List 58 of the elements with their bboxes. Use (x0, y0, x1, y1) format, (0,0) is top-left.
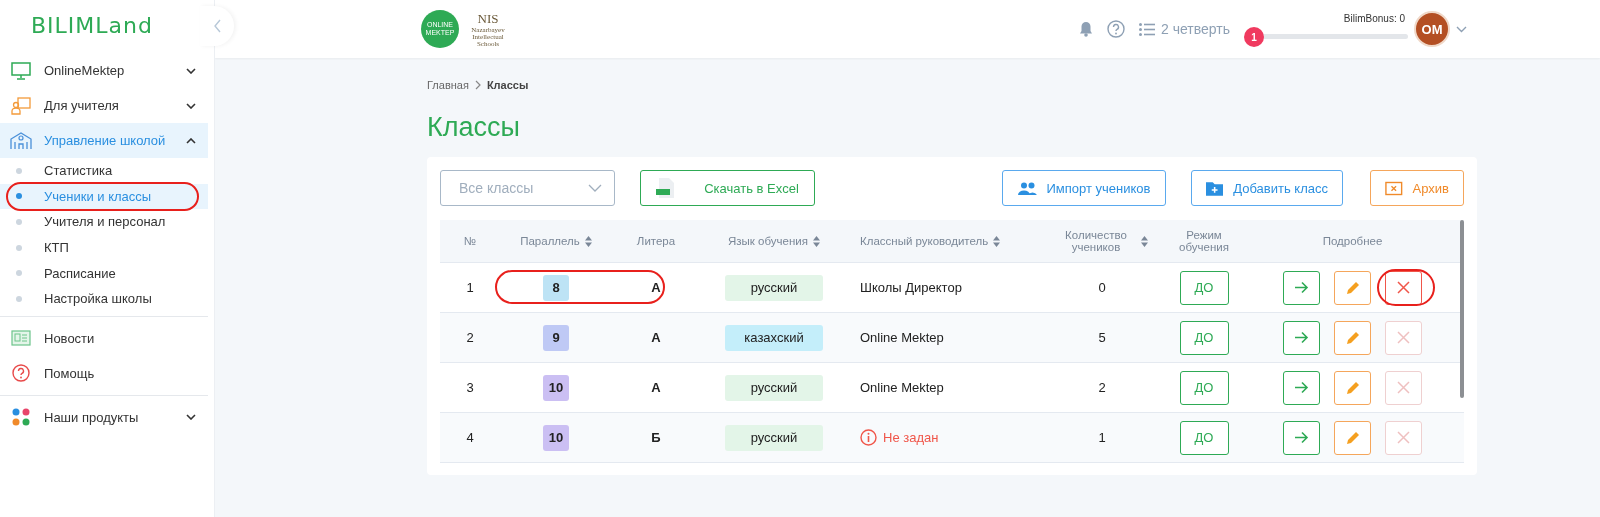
class-letter: А (651, 280, 661, 295)
student-count: 5 (1098, 330, 1106, 345)
row-number: 1 (466, 280, 474, 295)
sidebar-item[interactable]: Для учителя (0, 88, 208, 123)
teacher-name: Online Mektep (860, 380, 944, 395)
class-letter: Б (651, 430, 661, 445)
column-header[interactable]: Язык обучения (728, 235, 820, 247)
teacher-name: Не задан (883, 430, 939, 445)
level-badge: 1 (1244, 27, 1264, 47)
sidebar-subitem[interactable]: Настройка школы (0, 285, 208, 312)
grade-badge: 8 (543, 274, 569, 301)
grade-badge: 10 (543, 424, 569, 451)
student-count: 1 (1098, 430, 1106, 445)
class-filter-dropdown[interactable]: Все классы (440, 170, 615, 206)
archive-button[interactable]: Архив (1370, 170, 1464, 206)
add-class-button[interactable]: Добавить класс (1191, 170, 1343, 206)
student-count: 2 (1098, 380, 1106, 395)
breadcrumb-link[interactable]: Главная (427, 78, 469, 91)
column-header: Литера (636, 235, 676, 247)
grade-badge: 9 (543, 324, 569, 351)
sidebar-item[interactable]: Наши продукты (0, 399, 208, 435)
language-tag: казахский (725, 324, 823, 351)
language-tag: русский (725, 274, 823, 301)
user-avatar[interactable]: OM (1414, 11, 1450, 47)
grade-badge: 10 (543, 374, 569, 401)
teacher-name: Школы Директор (860, 280, 962, 295)
mode-button[interactable]: ДО (1179, 370, 1229, 405)
row-number: 3 (466, 380, 474, 395)
mode-button[interactable]: ДО (1179, 420, 1229, 455)
row-number: 2 (466, 330, 474, 345)
brand-logo[interactable]: BILIMLand (0, 0, 153, 49)
sidebar-subitem[interactable]: Статистика (0, 158, 208, 184)
sidebar-item[interactable]: Управление школой (0, 123, 208, 158)
student-count: 0 (1098, 280, 1106, 295)
sidebar-item[interactable]: OnlineMektep (0, 53, 208, 88)
mode-button[interactable]: ДО (1179, 320, 1229, 355)
quarter-selector[interactable]: 2 четверть (1139, 21, 1230, 37)
language-tag: русский (725, 374, 823, 401)
class-letter: А (651, 330, 661, 345)
page-title: Классы (427, 111, 520, 143)
import-students-button[interactable]: Импорт учеников (1002, 170, 1166, 206)
language-tag: русский (725, 424, 823, 451)
sidebar-subitem[interactable]: Расписание (0, 260, 208, 286)
column-header: № (463, 235, 477, 247)
sidebar-item[interactable]: Новости (0, 320, 208, 356)
bonus-label: BilimBonus: 0 (1343, 13, 1405, 24)
mode-button[interactable]: ДО (1179, 270, 1229, 305)
column-header[interactable]: Параллель (520, 235, 592, 247)
teacher-name: Online Mektep (860, 330, 944, 345)
sidebar-subitem[interactable]: Ученики и классы (0, 183, 208, 210)
class-letter: А (651, 380, 661, 395)
sidebar-subitem[interactable]: КТП (0, 234, 208, 261)
sidebar-item[interactable]: Помощь (0, 355, 208, 391)
row-number: 4 (466, 430, 474, 445)
column-header: Режим обучения (1178, 229, 1230, 253)
sidebar-subitem[interactable]: Учителя и персонал (0, 209, 208, 235)
column-header: Подробнее (1322, 235, 1383, 247)
excel-download-button[interactable]: Скачать в Excel (640, 170, 815, 206)
